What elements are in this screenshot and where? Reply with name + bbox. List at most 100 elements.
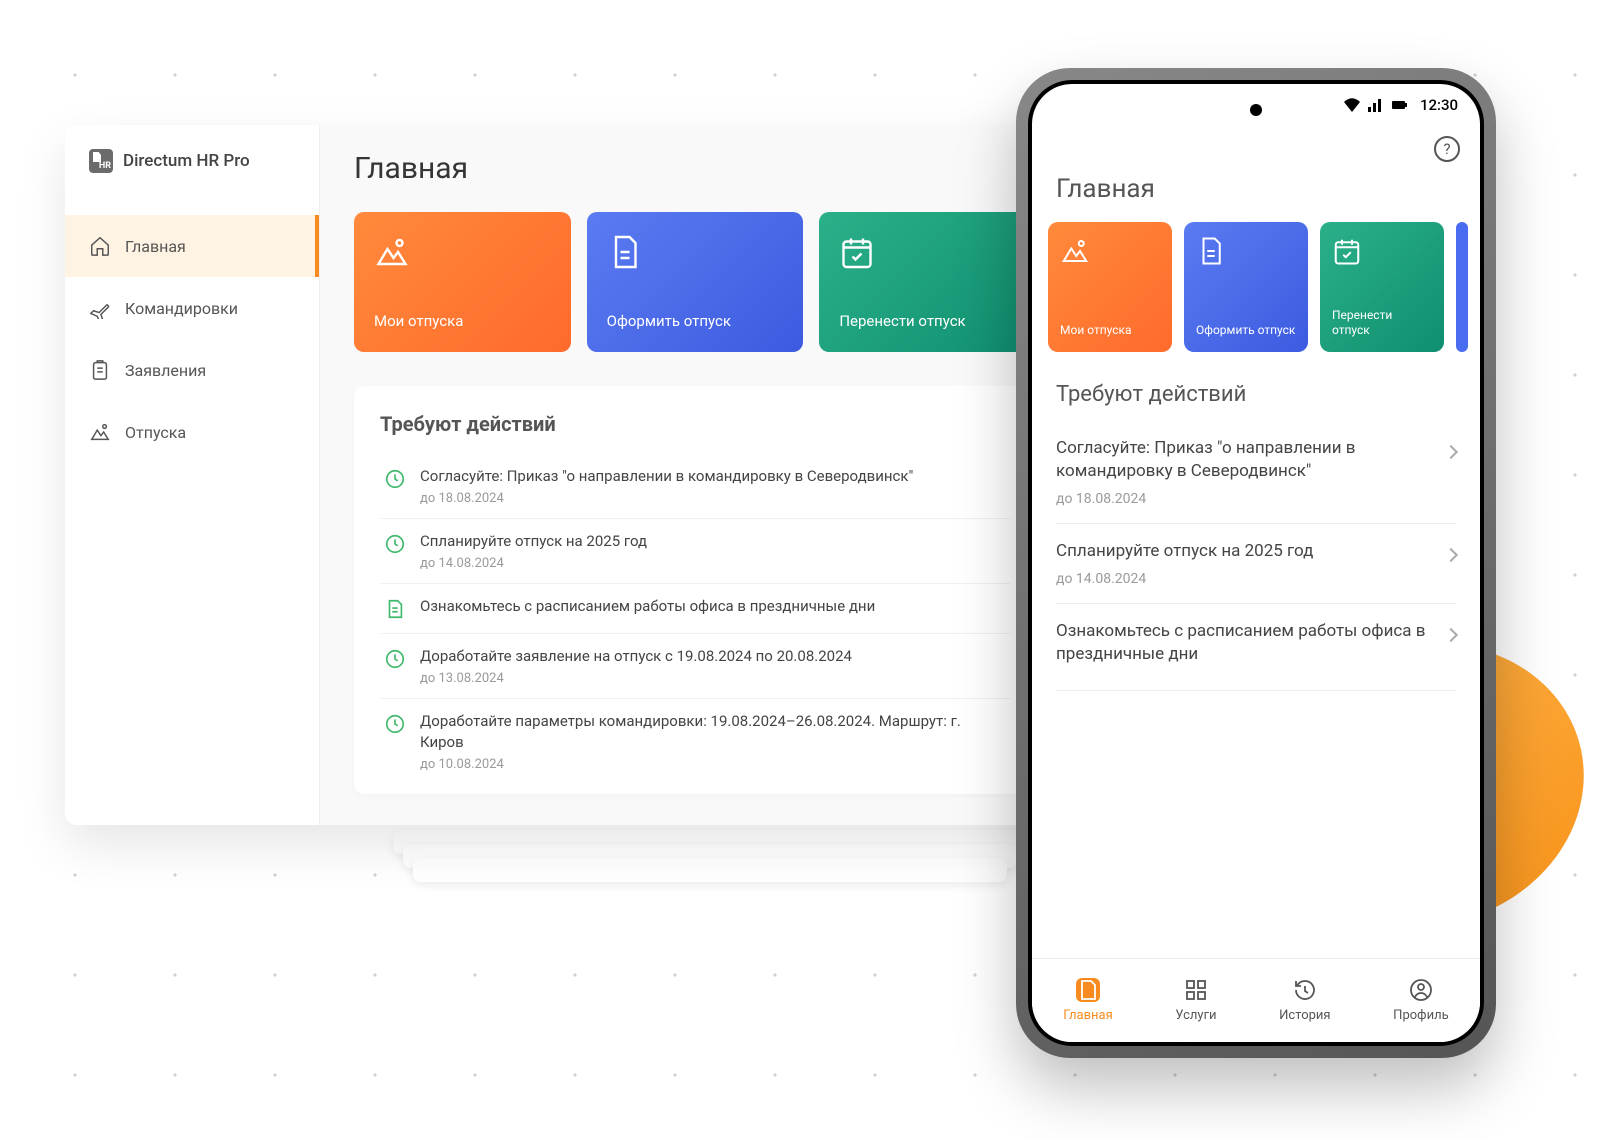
tile-request-vacation[interactable]: Оформить отпуск: [587, 212, 804, 352]
action-body: Согласуйте: Приказ "о направлении в кома…: [420, 466, 1006, 506]
battery-icon: [1392, 98, 1408, 112]
phone-screen: 12:30 ? Главная Мои отпуска Оформить отп…: [1032, 84, 1480, 1042]
calendar-check-icon: [1332, 236, 1362, 266]
action-body: Спланируйте отпуск на 2025 год до 14.08.…: [420, 531, 1006, 571]
sidebar-item-label: Отпуска: [125, 423, 186, 442]
tile-label: Перенести отпуск: [1332, 308, 1432, 338]
mobile-tile-my-vacations[interactable]: Мои отпуска: [1048, 222, 1172, 352]
logo-icon: [1076, 978, 1100, 1002]
tile-row: Мои отпуска Оформить отпуск Перенести от…: [354, 212, 1036, 352]
tile-label: Оформить отпуск: [1196, 323, 1296, 338]
history-icon: [1293, 978, 1317, 1002]
profile-icon: [1409, 978, 1433, 1002]
phone-mockup: 12:30 ? Главная Мои отпуска Оформить отп…: [1016, 68, 1496, 1058]
mobile-action-title: Спланируйте отпуск на 2025 год: [1056, 540, 1434, 563]
logo-icon: [89, 149, 113, 173]
mobile-action-item[interactable]: Ознакомьтесь с расписанием работы офиса …: [1056, 604, 1456, 691]
mountain-icon: [1060, 236, 1090, 266]
action-title: Согласуйте: Приказ "о направлении в кома…: [420, 466, 1006, 487]
document-icon: [384, 598, 406, 620]
calendar-check-icon: [839, 234, 875, 270]
home-icon: [89, 235, 111, 257]
actions-panel: Требуют действий Согласуйте: Приказ "о н…: [354, 386, 1036, 794]
help-button[interactable]: ?: [1434, 136, 1460, 162]
tile-label: Оформить отпуск: [607, 312, 784, 330]
app-logo: Directum HR Pro: [65, 125, 319, 197]
action-item[interactable]: Доработайте параметры командировки: 19.0…: [380, 699, 1010, 784]
mobile-tile-peek[interactable]: [1456, 222, 1468, 352]
bottom-nav-label: История: [1279, 1008, 1330, 1023]
sidebar-item-requests[interactable]: Заявления: [65, 339, 319, 401]
action-due: до 13.08.2024: [420, 671, 1006, 686]
mobile-action-title: Согласуйте: Приказ "о направлении в кома…: [1056, 437, 1434, 483]
sidebar-item-vacations[interactable]: Отпуска: [65, 401, 319, 463]
main-content: Главная Мои отпуска Оформить отпуск Пере…: [320, 125, 1070, 825]
clipboard-icon: [89, 359, 111, 381]
action-item[interactable]: Ознакомьтесь с расписанием работы офиса …: [380, 584, 1010, 634]
mobile-page-title: Главная: [1032, 166, 1480, 222]
action-title: Ознакомьтесь с расписанием работы офиса …: [420, 596, 1006, 617]
tile-label: Перенести отпуск: [839, 312, 1016, 330]
clock-icon: [384, 533, 406, 555]
mobile-action-body: Ознакомьтесь с расписанием работы офиса …: [1056, 620, 1434, 674]
bottom-nav-services[interactable]: Услуги: [1175, 978, 1216, 1023]
signal-icon: [1368, 98, 1384, 112]
action-due: до 10.08.2024: [420, 757, 1006, 772]
mobile-actions-title: Требуют действий: [1056, 372, 1456, 421]
bottom-nav-profile[interactable]: Профиль: [1393, 978, 1449, 1023]
mountain-icon: [89, 421, 111, 443]
clock-icon: [384, 713, 406, 735]
action-item[interactable]: Спланируйте отпуск на 2025 год до 14.08.…: [380, 519, 1010, 584]
tile-label: Мои отпуска: [1060, 323, 1160, 338]
plane-icon: [89, 297, 111, 319]
bottom-nav-label: Профиль: [1393, 1008, 1449, 1023]
mobile-action-due: до 14.08.2024: [1056, 571, 1434, 587]
bottom-nav-label: Услуги: [1175, 1008, 1216, 1023]
stacked-cards-shadow: [380, 830, 1040, 910]
clock-icon: [384, 468, 406, 490]
sidebar-item-label: Главная: [125, 237, 186, 256]
sidebar: Directum HR Pro Главная Командировки Зая…: [65, 125, 320, 825]
chevron-right-icon: [1444, 445, 1458, 459]
action-body: Доработайте параметры командировки: 19.0…: [420, 711, 1006, 772]
chevron-right-icon: [1444, 548, 1458, 562]
action-title: Спланируйте отпуск на 2025 год: [420, 531, 1006, 552]
tile-my-vacations[interactable]: Мои отпуска: [354, 212, 571, 352]
mobile-action-body: Согласуйте: Приказ "о направлении в кома…: [1056, 437, 1434, 507]
chevron-right-icon: [1444, 628, 1458, 642]
document-icon: [1196, 236, 1226, 266]
sidebar-item-label: Заявления: [125, 361, 206, 380]
browser-window: Directum HR Pro Главная Командировки Зая…: [65, 125, 1070, 825]
bottom-nav-history[interactable]: История: [1279, 978, 1330, 1023]
action-item[interactable]: Доработайте заявление на отпуск с 19.08.…: [380, 634, 1010, 699]
phone-bezel: 12:30 ? Главная Мои отпуска Оформить отп…: [1028, 80, 1484, 1046]
mobile-action-title: Ознакомьтесь с расписанием работы офиса …: [1056, 620, 1434, 666]
bottom-nav-label: Главная: [1063, 1008, 1112, 1023]
mobile-header: ?: [1032, 126, 1480, 166]
tile-label: Мои отпуска: [374, 312, 551, 330]
bottom-nav-home[interactable]: Главная: [1063, 978, 1112, 1023]
mountain-icon: [374, 234, 410, 270]
sidebar-item-trips[interactable]: Командировки: [65, 277, 319, 339]
tile-reschedule-vacation[interactable]: Перенести отпуск: [819, 212, 1036, 352]
actions-panel-title: Требуют действий: [380, 412, 1010, 436]
action-body: Доработайте заявление на отпуск с 19.08.…: [420, 646, 1006, 686]
action-item[interactable]: Согласуйте: Приказ "о направлении в кома…: [380, 454, 1010, 519]
grid-icon: [1184, 978, 1208, 1002]
mobile-action-item[interactable]: Согласуйте: Приказ "о направлении в кома…: [1056, 421, 1456, 524]
wifi-icon: [1344, 98, 1360, 112]
mobile-bottom-nav: Главная Услуги История Профиль: [1032, 958, 1480, 1042]
mobile-tile-request-vacation[interactable]: Оформить отпуск: [1184, 222, 1308, 352]
sidebar-item-label: Командировки: [125, 299, 238, 318]
mobile-action-item[interactable]: Спланируйте отпуск на 2025 год до 14.08.…: [1056, 524, 1456, 604]
mobile-tile-row[interactable]: Мои отпуска Оформить отпуск Перенести от…: [1032, 222, 1480, 372]
sidebar-nav: Главная Командировки Заявления Отпуска: [65, 215, 319, 463]
action-title: Доработайте заявление на отпуск с 19.08.…: [420, 646, 1006, 667]
mobile-actions-panel: Требуют действий Согласуйте: Приказ "о н…: [1032, 372, 1480, 691]
sidebar-item-home[interactable]: Главная: [65, 215, 319, 277]
app-name: Directum HR Pro: [123, 151, 250, 171]
clock-icon: [384, 648, 406, 670]
status-time: 12:30: [1420, 96, 1458, 114]
mobile-tile-reschedule-vacation[interactable]: Перенести отпуск: [1320, 222, 1444, 352]
mobile-action-due: до 18.08.2024: [1056, 491, 1434, 507]
